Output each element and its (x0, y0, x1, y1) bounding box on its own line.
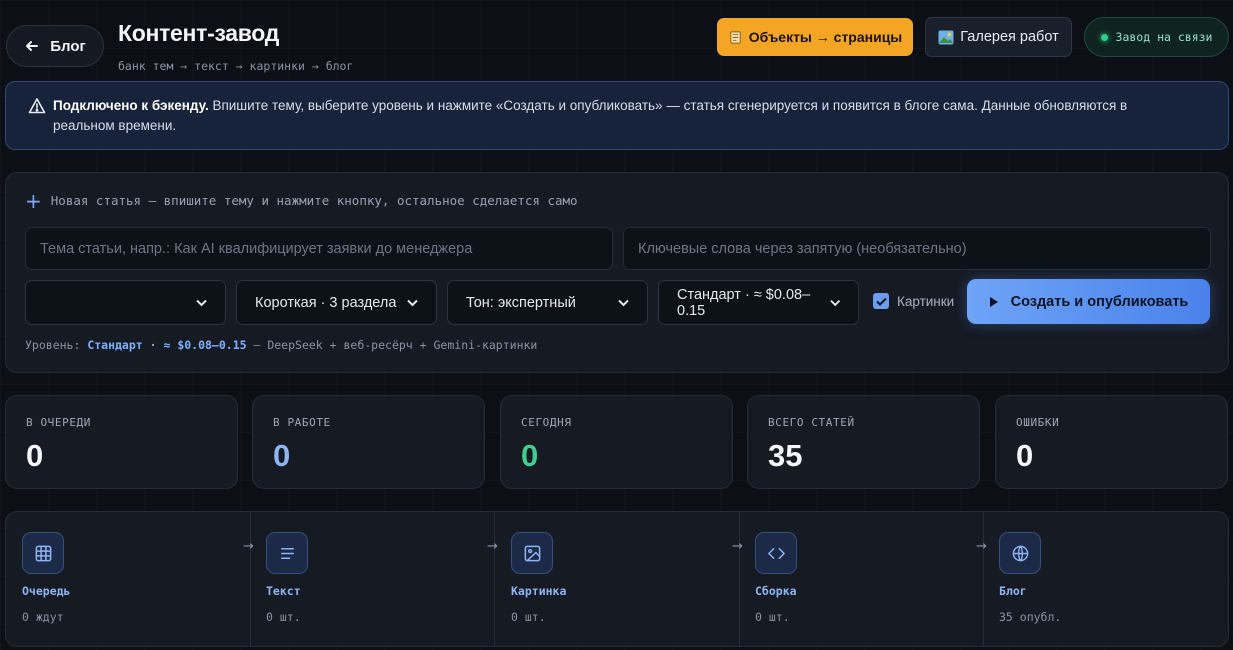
stage-icon-image (511, 532, 553, 574)
new-article-heading-text: Новая статья — впишите тему и нажмите кн… (50, 193, 578, 208)
arrow-right-icon: → (976, 539, 987, 554)
create-button-label: Создать и опубликовать (1010, 293, 1189, 310)
stat-card-today: СЕГОДНЯ 0 (500, 395, 733, 489)
arrow-right-icon: → (243, 539, 254, 554)
back-button-label: Блог (50, 37, 86, 55)
images-checkbox-label: Картинки (897, 293, 955, 309)
level-info: Уровень: Стандарт · ≈ $0.08–0.15 — DeepS… (25, 338, 537, 352)
stat-label: В РАБОТЕ (273, 416, 331, 429)
stat-label: В ОЧЕРЕДИ (26, 416, 92, 429)
chevron-down-icon (829, 299, 840, 306)
stage-divider (983, 512, 984, 646)
new-article-panel: + Новая статья — впишите тему и нажмите … (5, 172, 1229, 373)
tone-select[interactable]: Тон: экспертный (447, 280, 648, 325)
stage-divider (739, 512, 740, 646)
level-prefix: Уровень: (25, 338, 88, 352)
warning-triangle-icon (28, 98, 46, 114)
stage-name: Блог (999, 584, 1027, 598)
picture-icon (938, 30, 954, 44)
stage-icon-text (266, 532, 308, 574)
stage-count: 0 шт. (755, 610, 790, 624)
stage-icon-queue (22, 532, 64, 574)
connection-status-badge: Завод на связи (1084, 17, 1229, 57)
stage-divider (250, 512, 251, 646)
stage-icon-blog (999, 532, 1041, 574)
stage-name: Картинка (511, 584, 567, 598)
play-icon (989, 296, 998, 307)
backend-connected-alert: Подключено к бэкенду. Впишите тему, выбе… (5, 81, 1229, 150)
stat-card-errors: ОШИБКИ 0 (995, 395, 1228, 489)
category-select[interactable] (25, 280, 226, 325)
status-dot-icon (1100, 33, 1108, 41)
topic-input-placeholder: Тема статьи, напр.: Как AI квалифицирует… (40, 240, 473, 257)
stage-divider (494, 512, 495, 646)
arrow-left-icon (26, 41, 39, 51)
stage-count: 35 опубл. (999, 610, 1062, 624)
pipeline-panel: Очередь 0 ждут → Текст 0 шт. → Картинка … (5, 511, 1229, 647)
stage-name: Очередь (22, 584, 71, 598)
objects-to-pages-button[interactable]: Объекты → страницы (717, 18, 913, 56)
status-label: Завод на связи (1115, 30, 1213, 44)
code-icon (767, 547, 785, 559)
chevron-down-icon (196, 299, 207, 306)
image-icon (524, 545, 540, 561)
page-subtitle: банк тем → текст → картинки → блог (118, 59, 354, 73)
arrow-right-icon: → (487, 539, 498, 554)
keywords-input-placeholder: Ключевые слова через запятую (необязател… (638, 240, 967, 257)
images-checkbox[interactable] (873, 293, 889, 309)
arrow-right-icon: → (732, 539, 743, 554)
grid-icon (35, 545, 51, 561)
length-select[interactable]: Короткая · 3 раздела (236, 280, 437, 325)
stage-count: 0 шт. (266, 610, 301, 624)
globe-icon (1012, 545, 1028, 561)
stage-icon-build (755, 532, 797, 574)
back-to-blog-button[interactable]: Блог (6, 25, 104, 67)
length-select-value: Короткая · 3 раздела (255, 294, 397, 311)
keywords-input[interactable]: Ключевые слова через запятую (необязател… (623, 227, 1211, 270)
gallery-button[interactable]: Галерея работ (925, 17, 1072, 57)
level-select[interactable]: Стандарт · ≈ $0.08–0.15 (658, 280, 859, 325)
stat-card-queue: В ОЧЕРЕДИ 0 (5, 395, 238, 489)
text-lines-icon (280, 547, 294, 559)
stat-label: ВСЕГО СТАТЕЙ (768, 416, 855, 429)
stat-value: 0 (273, 438, 291, 473)
level-select-value: Стандарт · ≈ $0.08–0.15 (677, 286, 811, 319)
stat-value: 0 (26, 438, 44, 473)
stage-name: Сборка (755, 584, 797, 598)
stat-label: СЕГОДНЯ (521, 416, 572, 429)
stage-name: Текст (266, 584, 301, 598)
images-checkbox-wrap[interactable]: Картинки (873, 293, 954, 309)
plus-icon: + (25, 188, 42, 213)
alert-text: Впишите тему, выберите уровень и нажмите… (53, 98, 1128, 133)
scroll-icon (730, 30, 741, 44)
page-title: Контент-завод (118, 20, 280, 46)
stage-count: 0 ждут (22, 610, 64, 624)
level-suffix: — DeepSeek + веб-ресёрч + Gemini-картинк… (246, 338, 538, 352)
new-article-heading: + Новая статья — впишите тему и нажмите … (25, 188, 578, 213)
chevron-down-icon (618, 299, 629, 306)
topic-input[interactable]: Тема статьи, напр.: Как AI квалифицирует… (25, 227, 613, 270)
stat-card-in-progress: В РАБОТЕ 0 (252, 395, 485, 489)
alert-title: Подключено к бэкенду. (53, 98, 209, 113)
create-and-publish-button[interactable]: Создать и опубликовать (967, 279, 1210, 324)
stat-value: 0 (521, 438, 539, 473)
stat-label: ОШИБКИ (1016, 416, 1060, 429)
chevron-down-icon (407, 299, 418, 306)
objects-button-label: Объекты → страницы (748, 29, 903, 45)
gallery-button-label: Галерея работ (960, 29, 1059, 45)
stat-card-total-articles: ВСЕГО СТАТЕЙ 35 (747, 395, 980, 489)
checkmark-icon (875, 297, 887, 306)
stat-value: 0 (1016, 438, 1034, 473)
tone-select-value: Тон: экспертный (466, 294, 576, 311)
level-highlight: Стандарт · ≈ $0.08–0.15 (87, 338, 247, 352)
stage-count: 0 шт. (511, 610, 546, 624)
stat-value: 35 (768, 438, 803, 473)
